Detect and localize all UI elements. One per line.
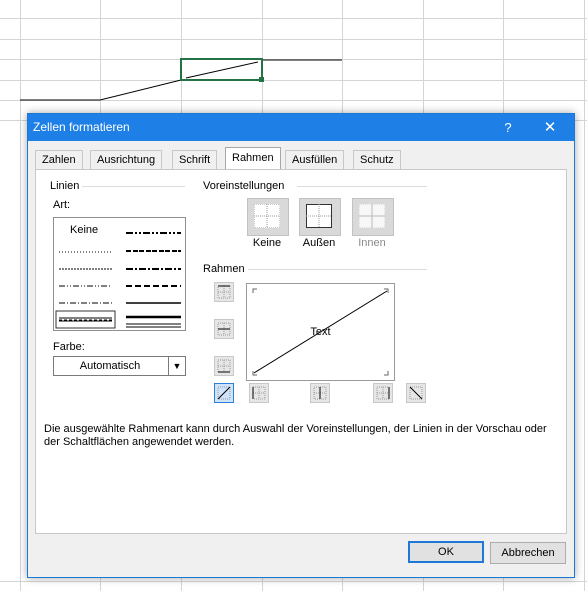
preview-text: Text [310,326,331,338]
color-label: Farbe: [53,341,85,353]
tab-schutz[interactable]: Schutz [353,150,401,169]
border-bottom-icon [217,359,231,373]
border-inside-vertical-icon [313,386,327,400]
border-top-button[interactable] [214,282,234,302]
border-preview[interactable]: Text [246,283,395,381]
tab-ausfuellen[interactable]: Ausfüllen [285,150,345,169]
border-left-button[interactable] [249,383,269,403]
presets-group-label: Voreinstellungen [203,180,285,192]
help-button[interactable]: ? [496,114,520,141]
border-diagonal-down-button[interactable] [406,383,426,403]
ok-button[interactable]: OK [408,541,484,563]
preset-inside-label: Innen [358,237,386,249]
preset-none-button[interactable] [247,198,289,236]
diagonal-up-icon [217,386,231,400]
preset-none-icon [254,204,280,228]
tab-schrift[interactable]: Schrift [172,150,218,169]
preset-outline-label: Außen [302,237,336,249]
preset-outline-icon [306,204,332,228]
dialog-titlebar[interactable]: Zellen formatieren ? ✕ [28,114,574,141]
border-right-button[interactable] [373,383,393,403]
border-inside-horizontal-icon [217,322,231,336]
tab-rahmen[interactable]: Rahmen [225,147,281,169]
border-bottom-button[interactable] [214,356,234,376]
cell-border-lines [20,58,342,101]
fill-handle[interactable] [259,77,264,82]
tab-ausrichtung[interactable]: Ausrichtung [90,150,163,169]
border-diagonal-up-button[interactable] [214,383,234,403]
preset-inside-icon [359,204,385,228]
dialog-title: Zellen formatieren [33,120,130,134]
border-inside-vertical-button[interactable] [310,383,330,403]
preset-outline-button[interactable] [299,198,341,236]
rahmen-panel: Linien Art: Keine Farbe: Automatisch ▼ V… [35,169,567,534]
line-style-list[interactable]: Keine [53,217,186,331]
lines-group-label: Linien [50,180,80,192]
preset-none-label: Keine [252,237,282,249]
preset-inside-button [352,198,394,236]
description-text: Die ausgewählte Rahmenart kann durch Aus… [44,423,547,448]
tab-zahlen[interactable]: Zahlen [35,150,83,169]
border-top-icon [217,285,231,299]
style-label: Art: [53,199,71,211]
border-left-icon [252,386,266,400]
cancel-button[interactable]: Abbrechen [490,542,566,564]
diagonal-down-icon [409,386,423,400]
border-group-label: Rahmen [203,263,245,275]
line-style-samples[interactable] [54,218,185,330]
border-inside-horizontal-button[interactable] [214,319,234,339]
close-button[interactable]: ✕ [538,114,562,141]
border-right-icon [376,386,390,400]
chevron-down-icon[interactable]: ▼ [168,357,185,375]
color-select-value: Automatisch [79,360,141,372]
color-select[interactable]: Automatisch ▼ [53,356,186,376]
format-cells-dialog: Zellen formatieren ? ✕ Zahlen Ausrichtun… [27,113,575,578]
